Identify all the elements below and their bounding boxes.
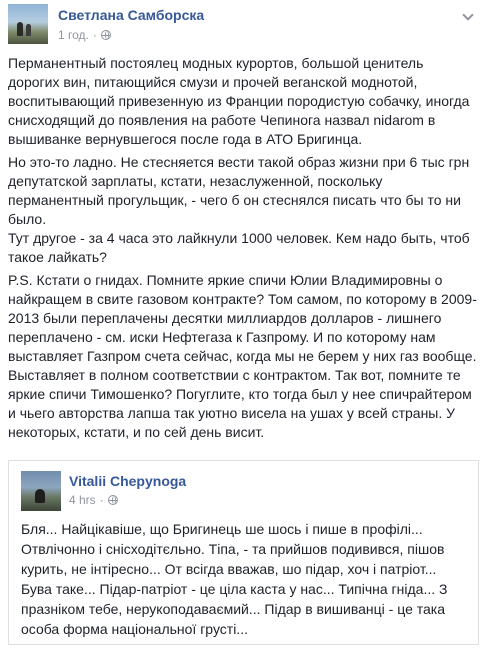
shared-author-avatar[interactable] <box>21 471 61 511</box>
chevron-down-icon[interactable] <box>461 12 475 22</box>
post-paragraph: Перманентный постоялец модных курортов, … <box>8 55 470 147</box>
author-avatar[interactable] <box>8 4 48 44</box>
post-paragraph: P.S. Кстати о гнидах. Помните яркие спич… <box>8 272 477 440</box>
post-body: Перманентный постоялец модных курортов, … <box>8 54 478 446</box>
post-timestamp[interactable]: 1 год. <box>58 28 89 42</box>
globe-icon[interactable] <box>100 30 111 40</box>
shared-post-text: Бля... Найцікавіше, що Бригинець ше шось… <box>21 521 448 637</box>
globe-icon <box>107 495 118 505</box>
shared-post-card[interactable]: Vitalii Chepynoga 4 hrs · Бля... Найціка… <box>8 460 479 645</box>
post-meta: 1 год. · <box>58 28 111 42</box>
avatar-figure-2 <box>26 24 31 36</box>
shared-post-meta: 4 hrs · <box>69 493 118 507</box>
separator-dot: · <box>99 493 104 507</box>
facebook-post: Светлана Самборска 1 год. · Перманентный… <box>0 0 487 654</box>
post-paragraph: Но это-то ладно. Не стесняется вести так… <box>8 154 470 265</box>
author-name[interactable]: Светлана Самборска <box>58 7 204 23</box>
post-header: Светлана Самборска 1 год. · <box>8 4 479 48</box>
avatar-figure <box>17 22 23 36</box>
shared-post-timestamp[interactable]: 4 hrs <box>69 493 96 507</box>
separator-dot: · <box>92 28 97 42</box>
shared-author-name[interactable]: Vitalii Chepynoga <box>69 473 186 489</box>
